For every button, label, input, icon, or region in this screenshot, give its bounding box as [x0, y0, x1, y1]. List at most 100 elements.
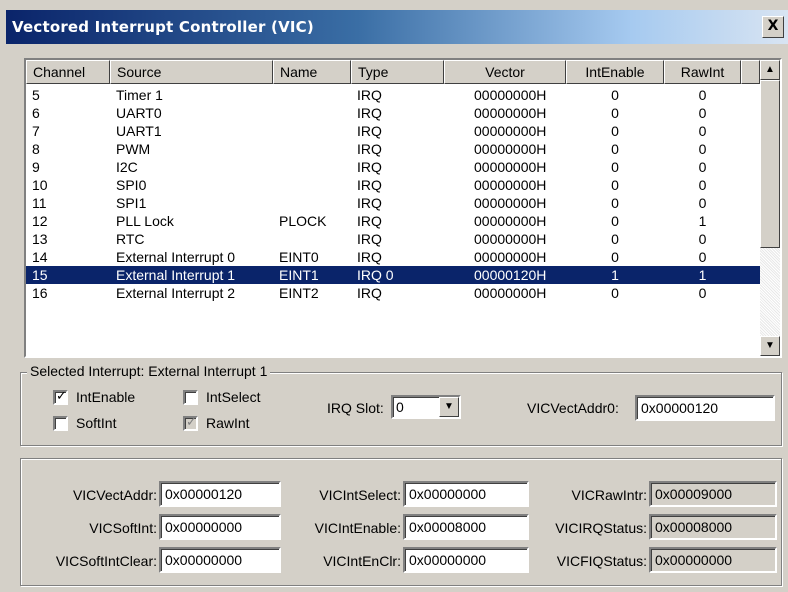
softint-checkbox-label: SoftInt — [76, 415, 117, 431]
vicintenable-label: VICIntEnable: — [314, 520, 401, 536]
window-title: Vectored Interrupt Controller (VIC) — [12, 18, 314, 36]
rawint-checkbox-label: RawInt — [206, 415, 250, 431]
irq-slot-label: IRQ Slot: — [327, 400, 384, 416]
column-header-vector[interactable]: Vector — [444, 60, 566, 84]
vicintenclr-field[interactable]: 0x00000000 — [403, 547, 529, 573]
table-row[interactable]: 14 External Interrupt 0 EINT0 IRQ 00000000H 0… — [26, 248, 760, 266]
cell-name — [273, 230, 351, 248]
cell-intenable: 1 — [611, 267, 619, 283]
cell-name — [273, 86, 351, 104]
cell-name — [273, 122, 351, 140]
column-header-name[interactable]: Name — [273, 60, 351, 84]
vicrawintr-field: 0x00009000 — [649, 481, 777, 507]
table-row[interactable]: 15 External Interrupt 1 EINT1 IRQ 0 00000120… — [26, 266, 760, 284]
cell-vector: 00000000H — [474, 123, 547, 139]
intselect-checkbox[interactable]: IntSelect — [183, 387, 260, 407]
column-header-type[interactable]: Type — [351, 60, 444, 84]
irq-slot-value: 0 — [396, 399, 404, 415]
cell-channel: 9 — [32, 159, 40, 175]
column-header-intenable[interactable]: IntEnable — [566, 60, 664, 84]
cell-source: SPI1 — [116, 195, 147, 211]
vicsoftintclear-field[interactable]: 0x00000000 — [159, 547, 281, 573]
irq-slot-select[interactable]: 0 ▼ — [391, 395, 461, 419]
vectaddr0-field[interactable]: 0x00000120 — [635, 395, 775, 421]
intenable-checkbox-box[interactable]: ✓ — [53, 388, 68, 405]
cell-channel: 14 — [32, 249, 48, 265]
cell-name: EINT0 — [279, 249, 319, 265]
vicirqstatus-field: 0x00008000 — [649, 514, 777, 540]
table-row[interactable]: 13 RTC IRQ 00000000H 0 0 — [26, 230, 760, 248]
cell-channel: 16 — [32, 285, 48, 301]
scroll-up-button[interactable]: ▲ — [760, 60, 780, 80]
vicintselect-field[interactable]: 0x00000000 — [403, 481, 529, 507]
cell-type: IRQ — [357, 123, 382, 139]
cell-channel: 5 — [32, 87, 40, 103]
cell-type: IRQ — [357, 195, 382, 211]
cell-source: UART0 — [116, 105, 162, 121]
table-row[interactable]: 9 I2C IRQ 00000000H 0 0 — [26, 158, 760, 176]
table-row[interactable]: 11 SPI1 IRQ 00000000H 0 0 — [26, 194, 760, 212]
close-button[interactable]: X — [762, 16, 784, 38]
vertical-scrollbar[interactable]: ▲ ▼ — [760, 60, 780, 356]
table-row[interactable]: 7 UART1 IRQ 00000000H 0 0 — [26, 122, 760, 140]
cell-rawint: 0 — [698, 141, 707, 157]
cell-name: PLOCK — [279, 213, 327, 229]
vicrawintr-label: VICRawIntr: — [571, 487, 647, 503]
cell-type: IRQ — [357, 141, 382, 157]
scroll-thumb[interactable] — [760, 80, 780, 248]
cell-type: IRQ — [357, 87, 382, 103]
cell-type: IRQ — [357, 105, 382, 121]
cell-vector: 00000000H — [474, 177, 547, 193]
column-header-source[interactable]: Source — [110, 60, 273, 84]
intenable-checkbox-label: IntEnable — [76, 389, 136, 405]
vicfiqstatus-label: VICFIQStatus: — [556, 553, 647, 569]
cell-rawint: 0 — [698, 195, 707, 211]
scroll-down-button[interactable]: ▼ — [760, 336, 780, 356]
table-row[interactable]: 16 External Interrupt 2 EINT2 IRQ 00000000H 0… — [26, 284, 760, 302]
table-row[interactable]: 12 PLL Lock PLOCK IRQ 00000000H 0 1 — [26, 212, 760, 230]
cell-intenable: 0 — [611, 231, 619, 247]
table-row[interactable]: 5 Timer 1 IRQ 00000000H 0 0 — [26, 86, 760, 104]
cell-vector: 00000000H — [474, 231, 547, 247]
cell-name: EINT1 — [279, 267, 319, 283]
table-row[interactable]: 6 UART0 IRQ 00000000H 0 0 — [26, 104, 760, 122]
cell-intenable: 0 — [611, 285, 619, 301]
cell-intenable: 0 — [611, 213, 619, 229]
column-header-filler — [741, 60, 760, 84]
down-arrow-icon: ▼ — [765, 340, 775, 351]
intenable-checkbox[interactable]: ✓ IntEnable — [53, 387, 135, 407]
rawint-checkbox: ✓ RawInt — [183, 413, 250, 433]
cell-channel: 13 — [32, 231, 48, 247]
cell-vector: 00000000H — [474, 195, 547, 211]
cell-vector: 00000000H — [474, 213, 547, 229]
cell-intenable: 0 — [611, 141, 619, 157]
cell-intenable: 0 — [611, 123, 619, 139]
softint-checkbox-box[interactable] — [53, 415, 68, 431]
vicfiqstatus-field: 0x00000000 — [649, 547, 777, 573]
chevron-down-icon[interactable]: ▼ — [439, 397, 459, 417]
selected-interrupt-group: Selected Interrupt: External Interrupt 1… — [20, 363, 782, 446]
cell-intenable: 0 — [611, 159, 619, 175]
cell-type: IRQ — [357, 231, 382, 247]
table-row[interactable]: 8 PWM IRQ 00000000H 0 0 — [26, 140, 760, 158]
table-row[interactable]: 10 SPI0 IRQ 00000000H 0 0 — [26, 176, 760, 194]
softint-checkbox[interactable]: SoftInt — [53, 413, 116, 433]
cell-rawint: 0 — [698, 105, 707, 121]
column-header-channel[interactable]: Channel — [26, 60, 110, 84]
cell-intenable: 0 — [611, 87, 619, 103]
cell-name — [273, 176, 351, 194]
vicintenable-field[interactable]: 0x00008000 — [403, 514, 529, 540]
cell-type: IRQ 0 — [357, 267, 394, 283]
vicvectaddr-label: VICVectAddr: — [72, 487, 157, 503]
title-bar[interactable]: Vectored Interrupt Controller (VIC) X — [6, 10, 788, 44]
intselect-checkbox-box[interactable] — [183, 389, 198, 405]
cell-vector: 00000120H — [474, 267, 547, 283]
rawint-checkbox-box: ✓ — [183, 414, 198, 431]
interrupt-table[interactable]: Channel Source Name Type Vector IntEnabl… — [24, 58, 782, 358]
column-header-rawint[interactable]: RawInt — [664, 60, 741, 84]
table-header: Channel Source Name Type Vector IntEnabl… — [26, 60, 760, 84]
cell-source: External Interrupt 0 — [116, 249, 236, 265]
vicvectaddr-field[interactable]: 0x00000120 — [159, 481, 281, 507]
cell-type: IRQ — [357, 159, 382, 175]
vicsoftint-field[interactable]: 0x00000000 — [159, 514, 281, 540]
